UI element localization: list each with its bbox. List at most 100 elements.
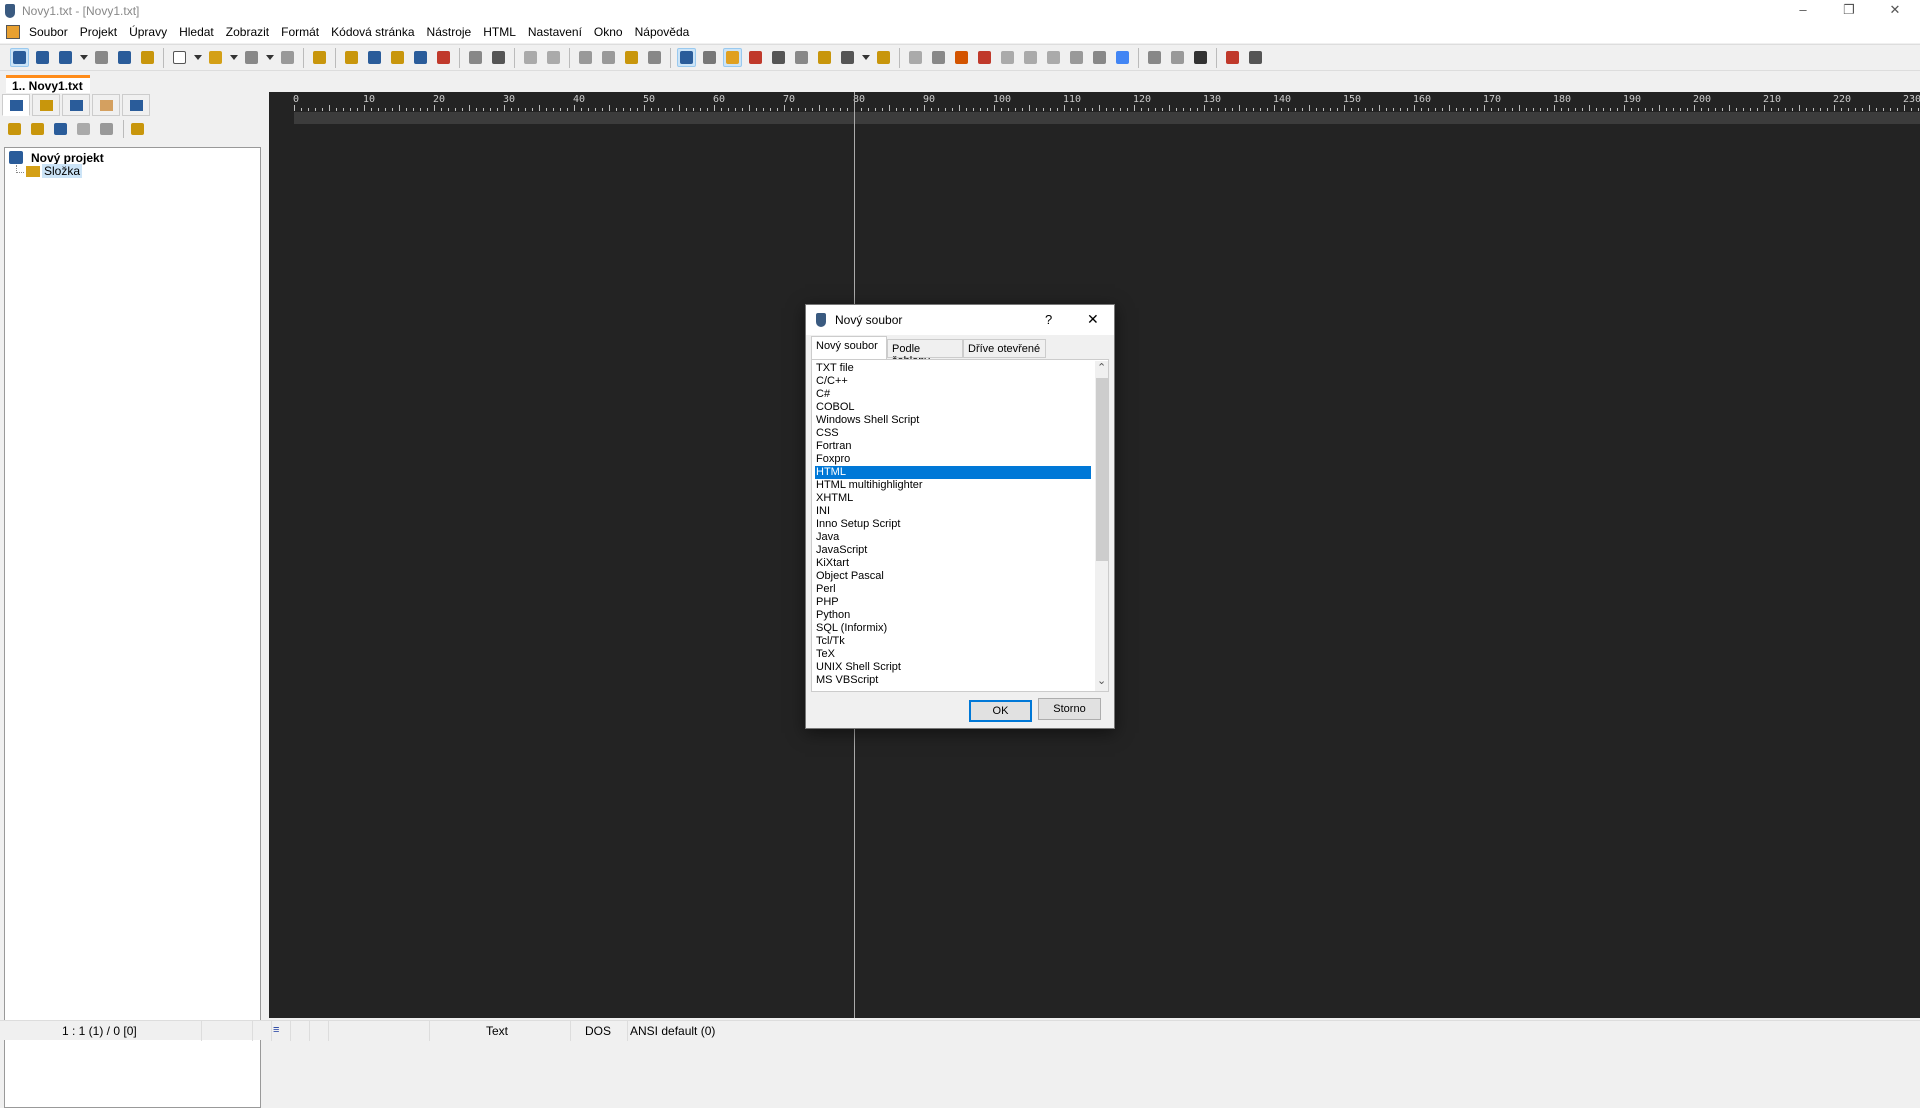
find-in-files-button[interactable] [388,48,407,67]
tree-node-project[interactable]: Nový projekt [31,151,104,165]
minimize-button[interactable]: – [1780,0,1826,22]
list-item[interactable]: Python [815,609,1091,622]
tag-lower-button[interactable] [1044,48,1063,67]
menu-9[interactable]: Nastavení [522,22,588,42]
binary-button[interactable] [1168,48,1187,67]
tree-node-folder[interactable]: Složka [42,164,83,178]
add-file-button[interactable] [51,120,69,138]
delete-button[interactable] [645,48,664,67]
scroll-up-button[interactable]: ⌃ [1097,361,1106,374]
menu-8[interactable]: HTML [477,22,522,42]
log-button[interactable] [115,48,134,67]
list-item[interactable]: C/C++ [815,375,1091,388]
list-item[interactable]: INI [815,505,1091,518]
menu-7[interactable]: Nástroje [421,22,478,42]
cancel-button[interactable]: Storno [1038,698,1101,720]
menu-2[interactable]: Úpravy [123,22,173,42]
list-scrollbar[interactable]: ⌃ ⌄ [1095,361,1108,691]
filter-button[interactable] [1090,48,1109,67]
remove-folder-button[interactable] [28,120,46,138]
tab-from-template[interactable]: Podle šablony [887,339,963,367]
list-item[interactable]: HTML [815,466,1091,479]
undo-button[interactable] [521,48,540,67]
favorites-tab[interactable] [92,94,120,116]
dropdown-button[interactable] [79,48,88,67]
dropdown-button[interactable] [229,48,238,67]
save-project-button[interactable] [92,48,111,67]
list-item[interactable]: PHP [815,596,1091,609]
menu-0[interactable]: Soubor [23,22,74,42]
bookmark-button[interactable] [434,48,453,67]
glasses-button[interactable] [1246,48,1265,67]
menu-6[interactable]: Kódová stránka [325,22,420,42]
redo-button[interactable] [544,48,563,67]
windows-tab[interactable] [122,94,150,116]
list-item[interactable]: COBOL [815,401,1091,414]
list-item[interactable]: C# [815,388,1091,401]
syntax-button[interactable] [746,48,765,67]
ok-button[interactable]: OK [969,700,1032,722]
project-tab[interactable] [2,94,30,116]
scroll-thumb[interactable] [1096,378,1108,561]
color-code-button[interactable] [975,48,994,67]
insert-button[interactable] [792,48,811,67]
run-button[interactable] [1145,48,1164,67]
open-file-button[interactable] [206,48,225,67]
dropdown-button[interactable] [193,48,202,67]
document-tab[interactable]: 1.. Novy1.txt [6,75,90,93]
html-to-text-button[interactable] [998,48,1017,67]
list-item[interactable]: KiXtart [815,557,1091,570]
paste-button[interactable] [622,48,641,67]
google-button[interactable] [1113,48,1132,67]
cut-button[interactable] [576,48,595,67]
tree-button[interactable] [310,48,329,67]
find-button[interactable] [342,48,361,67]
dropdown-button[interactable] [265,48,274,67]
tab-new-file[interactable]: Nový soubor [811,336,887,359]
list-item[interactable]: TeX [815,648,1091,661]
compare-button[interactable] [929,48,948,67]
list-item[interactable]: Object Pascal [815,570,1091,583]
menu-1[interactable]: Projekt [74,22,123,42]
copy-button[interactable] [599,48,618,67]
open-project-button[interactable] [56,48,75,67]
menu-4[interactable]: Zobrazit [220,22,275,42]
folder-tab[interactable] [32,94,60,116]
list-item[interactable]: XHTML [815,492,1091,505]
scroll-down-button[interactable]: ⌄ [1097,674,1106,687]
help-button[interactable]: ? [1045,312,1052,327]
web-button[interactable] [1067,48,1086,67]
spell-button[interactable] [838,48,857,67]
save-all-button[interactable] [278,48,297,67]
list-item[interactable]: JavaScript [815,544,1091,557]
list-item[interactable]: HTML multihighlighter [815,479,1091,492]
list-item[interactable]: MS VBScript [815,674,1091,687]
print-button[interactable] [489,48,508,67]
menu-10[interactable]: Okno [588,22,629,42]
list-item[interactable]: Java [815,531,1091,544]
list-item[interactable]: CSS [815,427,1091,440]
brackets-button[interactable] [411,48,430,67]
settings-tools-button[interactable] [128,120,146,138]
save-button[interactable] [242,48,261,67]
pilcrow-button[interactable] [700,48,719,67]
add-folder-button[interactable] [5,120,23,138]
restore-button[interactable]: ❐ [1826,0,1872,22]
indent-button[interactable] [906,48,925,67]
new-project-button[interactable] [10,48,29,67]
tag-upper-button[interactable] [1021,48,1040,67]
lock-button[interactable] [815,48,834,67]
list-item[interactable]: Perl [815,583,1091,596]
tab-recent[interactable]: Dříve otevřené [963,339,1046,358]
list-item[interactable]: Foxpro [815,453,1091,466]
menu-11[interactable]: Nápověda [629,22,696,42]
new-file-project-button[interactable] [33,48,52,67]
dropdown-button[interactable] [861,48,870,67]
list-item[interactable]: Windows Shell Script [815,414,1091,427]
line-numbers-button[interactable] [769,48,788,67]
file-type-list[interactable]: ⌃ ⌄ TXT file C/C++ C# COBOL Windows Shell Sc… [811,359,1109,692]
new-file-button[interactable] [170,48,189,67]
list-item[interactable]: TXT file [815,362,1091,375]
word-wrap-button[interactable] [677,48,696,67]
menu-5[interactable]: Formát [275,22,325,42]
